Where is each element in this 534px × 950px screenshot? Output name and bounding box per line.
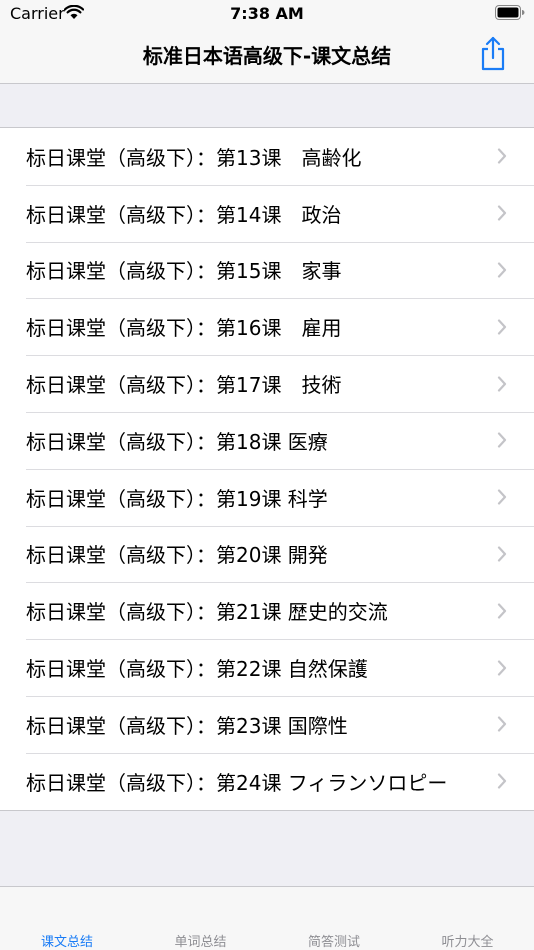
lesson-row[interactable]: 标日课堂（高级下）：第19课 科学: [0, 468, 534, 526]
chevron-right-icon: [497, 262, 507, 278]
chevron-right-icon: [497, 432, 507, 448]
lesson-row[interactable]: 标日课堂（高级下）：第18课 医療: [0, 411, 534, 469]
chevron-right-icon: [497, 603, 507, 619]
navigation-bar: Carrier 7:38 AM 标准日本语高级下-课文总结: [0, 0, 534, 84]
lesson-row[interactable]: 标日课堂（高级下）：第13课 高齢化: [0, 128, 534, 185]
lesson-row[interactable]: 标日课堂（高级下）：第15课 家事: [0, 241, 534, 299]
lesson-row[interactable]: 标日课堂（高级下）：第20课 開発: [0, 525, 534, 583]
tab-listening[interactable]: 听力大全: [401, 931, 534, 950]
chevron-right-icon: [497, 148, 507, 164]
tab-lesson-summary[interactable]: 课文总结: [0, 931, 134, 950]
chevron-right-icon: [497, 716, 507, 732]
tab-vocabulary-summary[interactable]: 单词总结: [134, 931, 268, 950]
status-bar: Carrier 7:38 AM: [0, 0, 534, 28]
chevron-right-icon: [497, 319, 507, 335]
lesson-title: 标日课堂（高级下）：第20课 開発: [26, 543, 328, 568]
lesson-title: 标日课堂（高级下）：第16课 雇用: [26, 316, 342, 341]
tab-bar: 课文总结 单词总结 简答测试 听力大全: [0, 886, 534, 950]
lesson-title: 标日课堂（高级下）：第23课 国際性: [26, 713, 348, 738]
chevron-right-icon: [497, 773, 507, 789]
battery-icon: [495, 5, 525, 20]
tab-quiz[interactable]: 简答测试: [267, 931, 401, 950]
lesson-title: 标日课堂（高级下）：第13课 高齢化: [26, 145, 362, 170]
lesson-title: 标日课堂（高级下）：第24课 フィランソロピー: [26, 770, 448, 795]
lesson-list: 标日课堂（高级下）：第13课 高齢化 标日课堂（高级下）：第14课 政治 标日课堂（…: [0, 127, 534, 811]
lesson-row[interactable]: 标日课堂（高级下）：第21课 歴史的交流: [0, 582, 534, 639]
lesson-title: 标日课堂（高级下）：第22课 自然保護: [26, 657, 368, 682]
lesson-row[interactable]: 标日课堂（高级下）：第24课 フィランソロピー: [0, 752, 534, 810]
chevron-right-icon: [497, 659, 507, 676]
app-screen: Carrier 7:38 AM 标准日本语高级下-课文总结 标日课堂（高级下）：…: [0, 0, 534, 950]
status-time: 7:38 AM: [230, 4, 304, 23]
lesson-row[interactable]: 标日课堂（高级下）：第22课 自然保護: [0, 639, 534, 696]
lesson-title: 标日课堂（高级下）：第19课 科学: [26, 486, 328, 511]
share-icon[interactable]: [478, 36, 508, 72]
chevron-right-icon: [497, 375, 507, 392]
lesson-title: 标日课堂（高级下）：第21课 歴史的交流: [26, 600, 388, 625]
lesson-title: 标日课堂（高级下）：第14课 政治: [26, 202, 342, 227]
chevron-right-icon: [497, 489, 507, 505]
chevron-right-icon: [497, 546, 507, 562]
lesson-row[interactable]: 标日课堂（高级下）：第16课 雇用: [0, 298, 534, 355]
page-title: 标准日本语高级下-课文总结: [142, 44, 392, 68]
lesson-title: 标日课堂（高级下）：第15课 家事: [26, 259, 342, 284]
lesson-title: 标日课堂（高级下）：第17课 技術: [26, 373, 342, 398]
lesson-title: 标日课堂（高级下）：第18课 医療: [26, 429, 328, 454]
chevron-right-icon: [497, 205, 507, 221]
lesson-row[interactable]: 标日课堂（高级下）：第23课 国際性: [0, 695, 534, 753]
lesson-row[interactable]: 标日课堂（高级下）：第17课 技術: [0, 355, 534, 412]
lesson-row[interactable]: 标日课堂（高级下）：第14课 政治: [0, 184, 534, 242]
